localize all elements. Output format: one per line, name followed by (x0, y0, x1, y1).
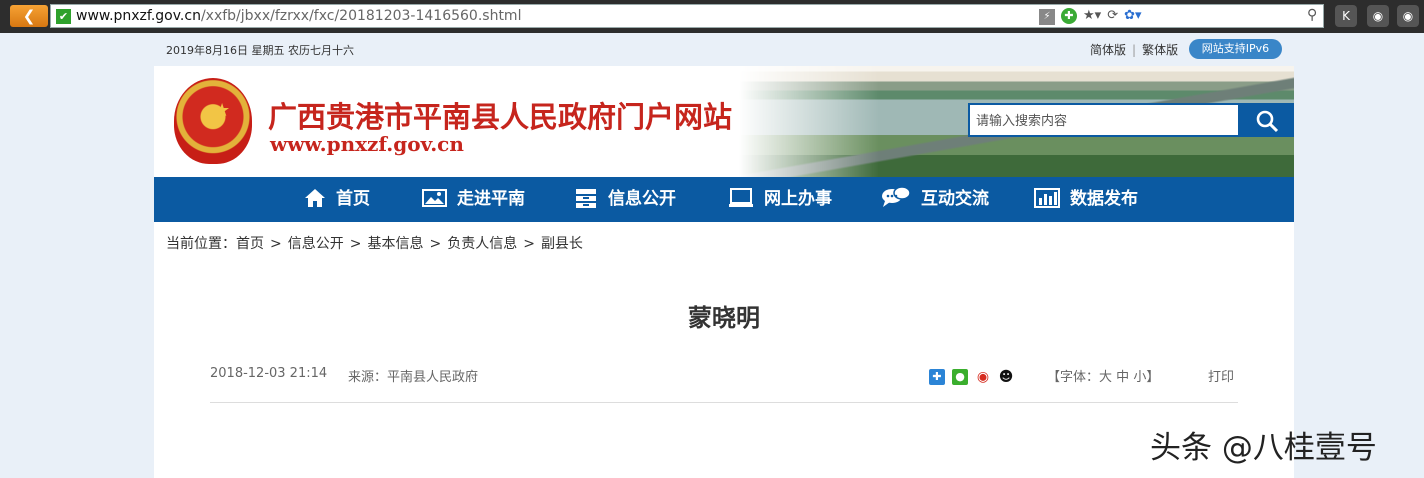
traditional-link[interactable]: 繁体版 (1142, 43, 1178, 57)
monitor-icon (729, 188, 753, 207)
nav-home[interactable]: 首页 (304, 177, 370, 222)
font-large[interactable]: 大 (1099, 370, 1112, 385)
search-engine-icon[interactable]: ✿▾ (1124, 8, 1141, 23)
search-input[interactable] (974, 105, 1240, 137)
share-plus-icon[interactable]: ✚ (929, 369, 945, 385)
home-icon (305, 189, 325, 207)
browser-toolbar: ❮ ✔ www.pnxzf.gov.cn/xxfb/jbxx/fzrxx/fxc… (0, 0, 1424, 33)
national-emblem-icon: ★ (174, 78, 252, 164)
address-bar[interactable]: ✔ www.pnxzf.gov.cn/xxfb/jbxx/fzrxx/fxc/2… (50, 4, 1324, 28)
refresh-icon[interactable]: ⟳ (1107, 8, 1118, 23)
print-link[interactable]: 打印 (1208, 366, 1234, 385)
secure-check-icon: ✔ (56, 9, 71, 24)
security-shield-icon[interactable]: ✚ (1061, 8, 1077, 24)
article-container: 当前位置：首页 > 信息公开 > 基本信息 > 负责人信息 > 副县长 蒙晓明 2018-12-… (154, 222, 1294, 478)
chat-icon (882, 186, 911, 207)
simplified-link[interactable]: 简体版 (1090, 43, 1126, 57)
bar-chart-icon (1034, 188, 1060, 208)
ipv6-badge: 网站支持IPv6 (1189, 39, 1282, 59)
font-small[interactable]: 小 (1133, 370, 1146, 385)
site-title: 广西贵港市平南县人民政府门户网站 (268, 100, 733, 134)
main-nav: 首页 走进平南 信息公开 网上办事 互动交流 数据发布 (154, 177, 1294, 222)
nav-info-public[interactable]: 信息公开 (574, 177, 676, 222)
search-box (968, 103, 1240, 137)
archive-icon (576, 189, 596, 208)
watermark: 头条 @八桂壹号 (1150, 430, 1377, 466)
breadcrumb-home[interactable]: 首页 (236, 236, 264, 252)
extension-k-button[interactable]: K (1335, 5, 1357, 27)
lock-button-2[interactable]: ◉ (1397, 5, 1419, 27)
language-switch: 简体版 | 繁体版 (1090, 43, 1179, 57)
article-source: 来源：平南县人民政府 (348, 370, 479, 385)
breadcrumb: 当前位置：首页 > 信息公开 > 基本信息 > 负责人信息 > 副县长 (166, 236, 583, 252)
weibo-icon[interactable]: ◉ (975, 369, 991, 385)
breadcrumb-leaders[interactable]: 负责人信息 (447, 236, 517, 252)
back-button[interactable]: ❮ (10, 5, 48, 27)
browser-search-icon[interactable]: ⚲ (1307, 7, 1317, 23)
breadcrumb-basic-info[interactable]: 基本信息 (367, 236, 423, 252)
current-date: 2019年8月16日 星期五 农历七月十六 (166, 44, 354, 57)
nav-online-service[interactable]: 网上办事 (728, 177, 832, 222)
font-medium[interactable]: 中 (1116, 370, 1129, 385)
site-domain: www.pnxzf.gov.cn (270, 132, 464, 156)
nav-about[interactable]: 走进平南 (422, 177, 525, 222)
image-icon (422, 189, 447, 207)
search-icon (1256, 110, 1279, 133)
bookmark-star-icon[interactable]: ★▾ (1083, 8, 1101, 23)
nav-data-release[interactable]: 数据发布 (1034, 177, 1138, 222)
article-title: 蒙晓明 (688, 304, 760, 332)
meta-divider (210, 402, 1238, 403)
lock-button[interactable]: ◉ (1367, 5, 1389, 27)
font-size-control: 【字体：大 中 小】 (1047, 370, 1160, 385)
url-text[interactable]: www.pnxzf.gov.cn/xxfb/jbxx/fzrxx/fxc/201… (76, 8, 521, 24)
breadcrumb-info-public[interactable]: 信息公开 (288, 236, 344, 252)
wechat-icon[interactable]: ● (952, 369, 968, 385)
speed-mode-icon[interactable]: ⚡ (1039, 9, 1055, 25)
breadcrumb-vice-magistrate[interactable]: 副县长 (541, 236, 583, 252)
qq-icon[interactable]: ☻ (998, 369, 1014, 385)
search-button[interactable] (1240, 103, 1294, 137)
publish-date: 2018-12-03 21:14 (210, 366, 328, 381)
nav-interaction[interactable]: 互动交流 (881, 177, 989, 222)
top-info-bar: 2019年8月16日 星期五 农历七月十六 简体版 | 繁体版 网站支持IPv6 (0, 33, 1424, 66)
